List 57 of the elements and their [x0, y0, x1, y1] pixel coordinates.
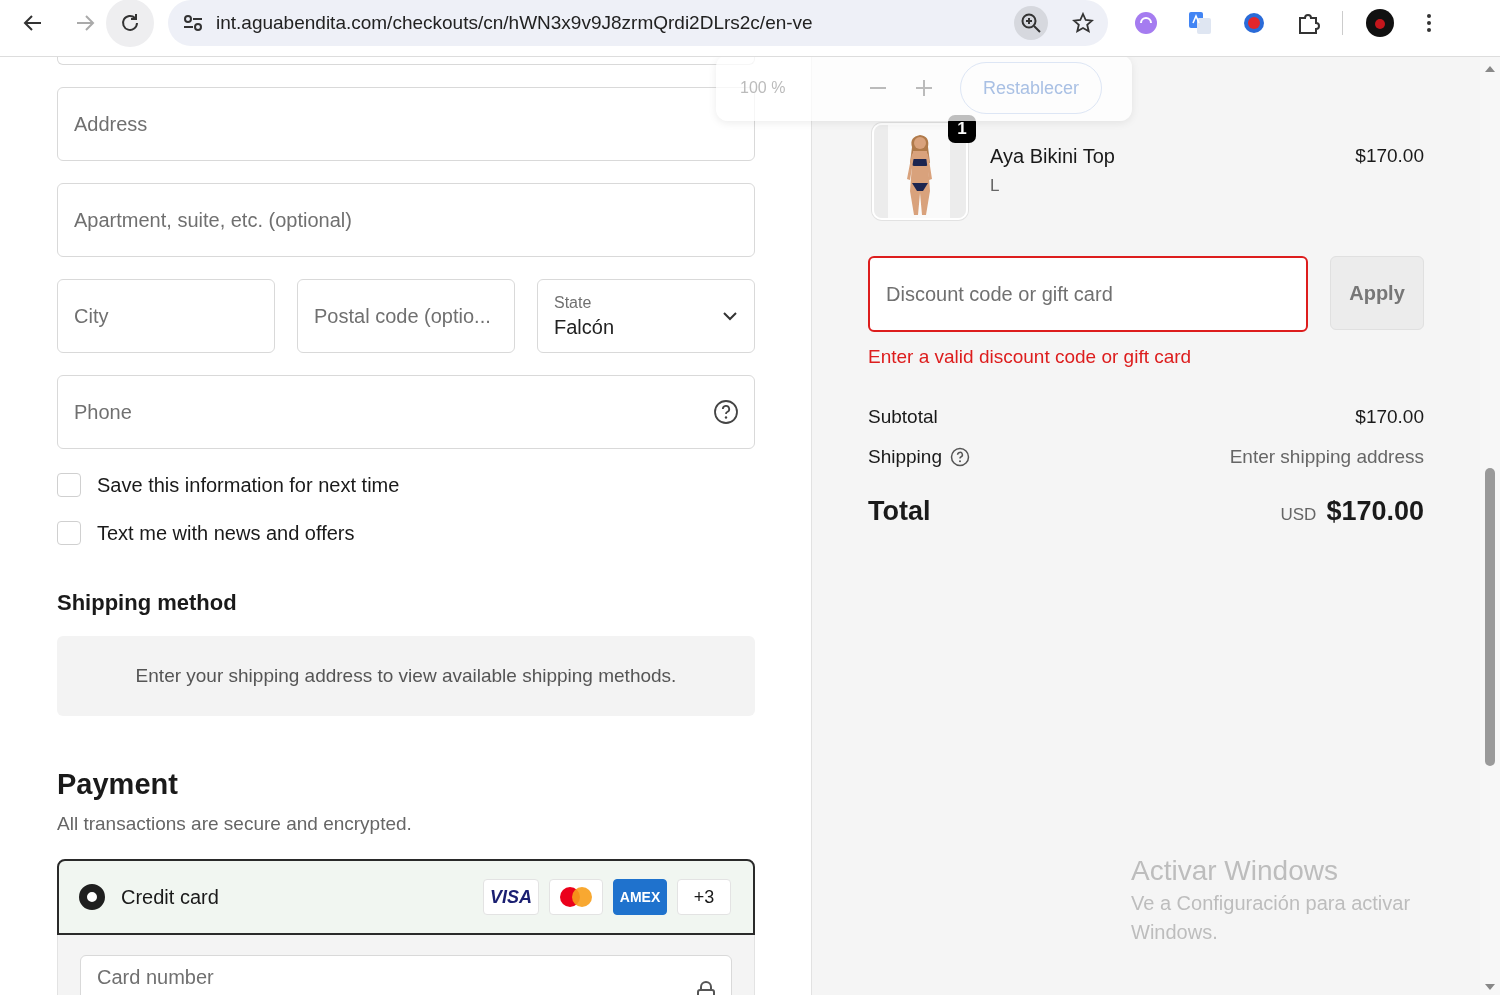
- profile-avatar-icon[interactable]: [1365, 8, 1395, 38]
- scroll-up-icon[interactable]: [1484, 65, 1496, 73]
- radio-button[interactable]: [79, 884, 105, 910]
- checkbox[interactable]: [57, 521, 81, 545]
- zoom-icon[interactable]: [1020, 12, 1042, 34]
- card-logo: AMEX: [613, 879, 667, 915]
- summary-label: Subtotal: [868, 406, 938, 428]
- input-field[interactable]: Card number: [80, 955, 732, 995]
- address-bar[interactable]: int.aguabendita.com/checkouts/cn/hWN3x9v9J8zrmQrdi2DLrs2c/en-ve: [168, 0, 1108, 46]
- puzzle-icon[interactable]: [1296, 11, 1320, 35]
- help-icon[interactable]: [713, 399, 739, 425]
- total-label: Total: [868, 496, 931, 527]
- extension-icon[interactable]: [1134, 11, 1158, 35]
- reload-icon[interactable]: [119, 12, 141, 34]
- field-value: Falcón: [554, 315, 615, 339]
- card-logo: VISA: [483, 879, 539, 915]
- help-icon[interactable]: [949, 447, 970, 467]
- section-subtitle: All transactions are secure and encrypted.: [57, 813, 413, 835]
- input-field[interactable]: Phone: [57, 375, 755, 449]
- field-label: State: [554, 293, 593, 312]
- input-field[interactable]: Apartment, suite, etc. (optional): [57, 183, 755, 257]
- apply-button[interactable]: Apply: [1330, 256, 1424, 330]
- translate-icon[interactable]: [1188, 11, 1212, 35]
- product-price: $170.00: [1355, 144, 1424, 167]
- scrollbar[interactable]: [1480, 57, 1500, 995]
- input-field[interactable]: Postal code (optio...: [297, 279, 515, 353]
- chevron-down-icon: [722, 311, 738, 321]
- overlapping-circles-icon: [559, 886, 593, 908]
- star-icon[interactable]: [1072, 12, 1094, 34]
- more-badge: +3: [677, 879, 731, 915]
- payment-label: Credit card: [121, 885, 219, 909]
- error-message: Enter a valid discount code or gift card: [868, 346, 1193, 368]
- menu-icon[interactable]: [1425, 12, 1433, 34]
- checkbox-label: Text me with news and offers: [97, 521, 355, 545]
- product-variant: L: [990, 176, 1001, 196]
- activation-title: Activar Windows: [1131, 855, 1339, 887]
- currency-code: USD: [1280, 505, 1317, 525]
- checkbox[interactable]: [57, 473, 81, 497]
- section-heading: Payment: [57, 768, 179, 801]
- total-amount: $170.00: [1326, 496, 1424, 527]
- scroll-down-icon[interactable]: [1484, 983, 1496, 991]
- state-select[interactable]: State Falcón: [537, 279, 755, 353]
- checkbox-label: Save this information for next time: [97, 473, 400, 497]
- summary-value: Enter shipping address: [1229, 446, 1424, 468]
- input-field[interactable]: City: [57, 279, 275, 353]
- extension-icon[interactable]: [1242, 11, 1266, 35]
- url-text: int.aguabendita.com/checkouts/cn/hWN3x9v9J8zrmQrdi2DLrs2c/en-ve: [216, 12, 813, 34]
- scrollbar-thumb[interactable]: [1485, 468, 1495, 766]
- summary-label: Shipping: [868, 446, 942, 468]
- section-heading: Shipping method: [57, 590, 238, 616]
- product-name: Aya Bikini Top: [990, 145, 1116, 168]
- payment-option[interactable]: Credit card VISA AMEX +3: [57, 859, 755, 935]
- info-panel: Enter your shipping address to view available shipping methods.: [57, 636, 755, 716]
- activation-text: Ve a Configuración para activar Windows.: [1131, 891, 1412, 945]
- site-settings-icon[interactable]: [182, 12, 204, 34]
- discount-field[interactable]: Discount code or gift card: [868, 256, 1308, 332]
- summary-value: $170.00: [1355, 406, 1424, 428]
